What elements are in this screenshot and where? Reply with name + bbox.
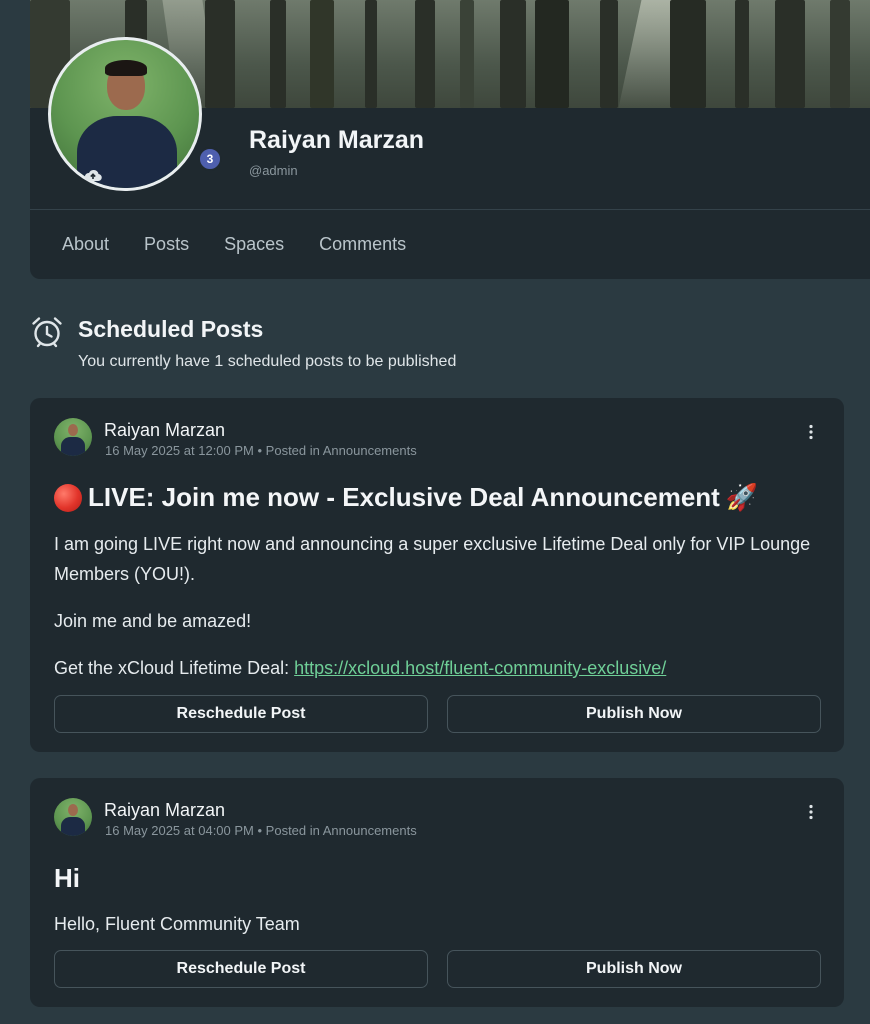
reschedule-button[interactable]: Reschedule Post bbox=[54, 695, 428, 733]
divider bbox=[30, 209, 870, 210]
post-date: 16 May 2025 at 12:00 PM bbox=[105, 443, 254, 458]
reschedule-button[interactable]: Reschedule Post bbox=[54, 950, 428, 988]
post-meta: 16 May 2025 at 12:00 PM • Posted in Anno… bbox=[105, 443, 417, 458]
post-meta: 16 May 2025 at 04:00 PM • Posted in Anno… bbox=[105, 823, 417, 838]
tab-posts[interactable]: Posts bbox=[144, 234, 189, 255]
post-title: LIVE: Join me now - Exclusive Deal Annou… bbox=[54, 482, 758, 513]
post-body: Hello, Fluent Community Team bbox=[54, 909, 820, 939]
post-author[interactable]: Raiyan Marzan bbox=[104, 420, 225, 441]
tab-comments[interactable]: Comments bbox=[319, 234, 406, 255]
level-badge: 3 bbox=[198, 147, 222, 171]
publish-now-button[interactable]: Publish Now bbox=[447, 950, 821, 988]
post-paragraph: Hello, Fluent Community Team bbox=[54, 914, 300, 934]
profile-handle: @admin bbox=[249, 163, 298, 178]
profile-card: 3 Raiyan Marzan @admin About Posts Space… bbox=[30, 0, 870, 279]
post-title-text: LIVE: Join me now - Exclusive Deal Annou… bbox=[88, 482, 720, 512]
tab-spaces[interactable]: Spaces bbox=[224, 234, 284, 255]
profile-avatar[interactable] bbox=[48, 37, 202, 191]
link-prefix: Get the xCloud Lifetime Deal: bbox=[54, 658, 295, 678]
post-card: Raiyan Marzan 16 May 2025 at 04:00 PM • … bbox=[30, 778, 844, 1007]
post-body: I am going LIVE right now and announcing… bbox=[54, 529, 820, 683]
rocket-icon: 🚀 bbox=[725, 482, 759, 512]
scheduled-title: Scheduled Posts bbox=[78, 316, 264, 342]
post-card: Raiyan Marzan 16 May 2025 at 12:00 PM • … bbox=[30, 398, 844, 752]
post-title: Hi bbox=[54, 863, 80, 893]
post-space[interactable]: • Posted in Announcements bbox=[258, 823, 417, 838]
red-circle-icon bbox=[54, 483, 82, 512]
profile-tabs: About Posts Spaces Comments bbox=[62, 234, 406, 255]
post-paragraph: I am going LIVE right now and announcing… bbox=[54, 534, 811, 584]
scheduled-subtitle: You currently have 1 scheduled posts to … bbox=[78, 353, 457, 370]
author-avatar[interactable] bbox=[54, 798, 92, 836]
more-vertical-icon[interactable] bbox=[808, 804, 814, 820]
cloud-upload-icon[interactable] bbox=[84, 168, 102, 182]
publish-now-button[interactable]: Publish Now bbox=[447, 695, 821, 733]
profile-name: Raiyan Marzan bbox=[249, 126, 425, 154]
post-space[interactable]: • Posted in Announcements bbox=[258, 443, 417, 458]
post-date: 16 May 2025 at 04:00 PM bbox=[105, 823, 254, 838]
more-vertical-icon[interactable] bbox=[808, 424, 814, 440]
post-link[interactable]: https://xcloud.host/fluent-community-exc… bbox=[294, 658, 666, 678]
author-avatar[interactable] bbox=[54, 418, 92, 456]
post-link-line: Get the xCloud Lifetime Deal: https://xc… bbox=[54, 653, 820, 683]
tab-about[interactable]: About bbox=[62, 234, 109, 255]
alarm-clock-icon bbox=[32, 317, 62, 348]
post-paragraph: Join me and be amazed! bbox=[54, 611, 252, 631]
post-author[interactable]: Raiyan Marzan bbox=[104, 800, 225, 821]
